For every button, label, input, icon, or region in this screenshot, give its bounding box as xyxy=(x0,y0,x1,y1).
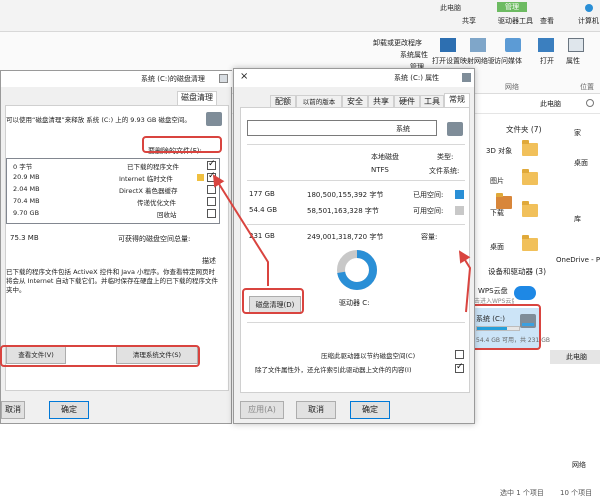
annotation-arrows xyxy=(212,174,472,313)
arrow-to-cleanup xyxy=(212,174,269,286)
arrow-to-properties xyxy=(458,250,472,313)
